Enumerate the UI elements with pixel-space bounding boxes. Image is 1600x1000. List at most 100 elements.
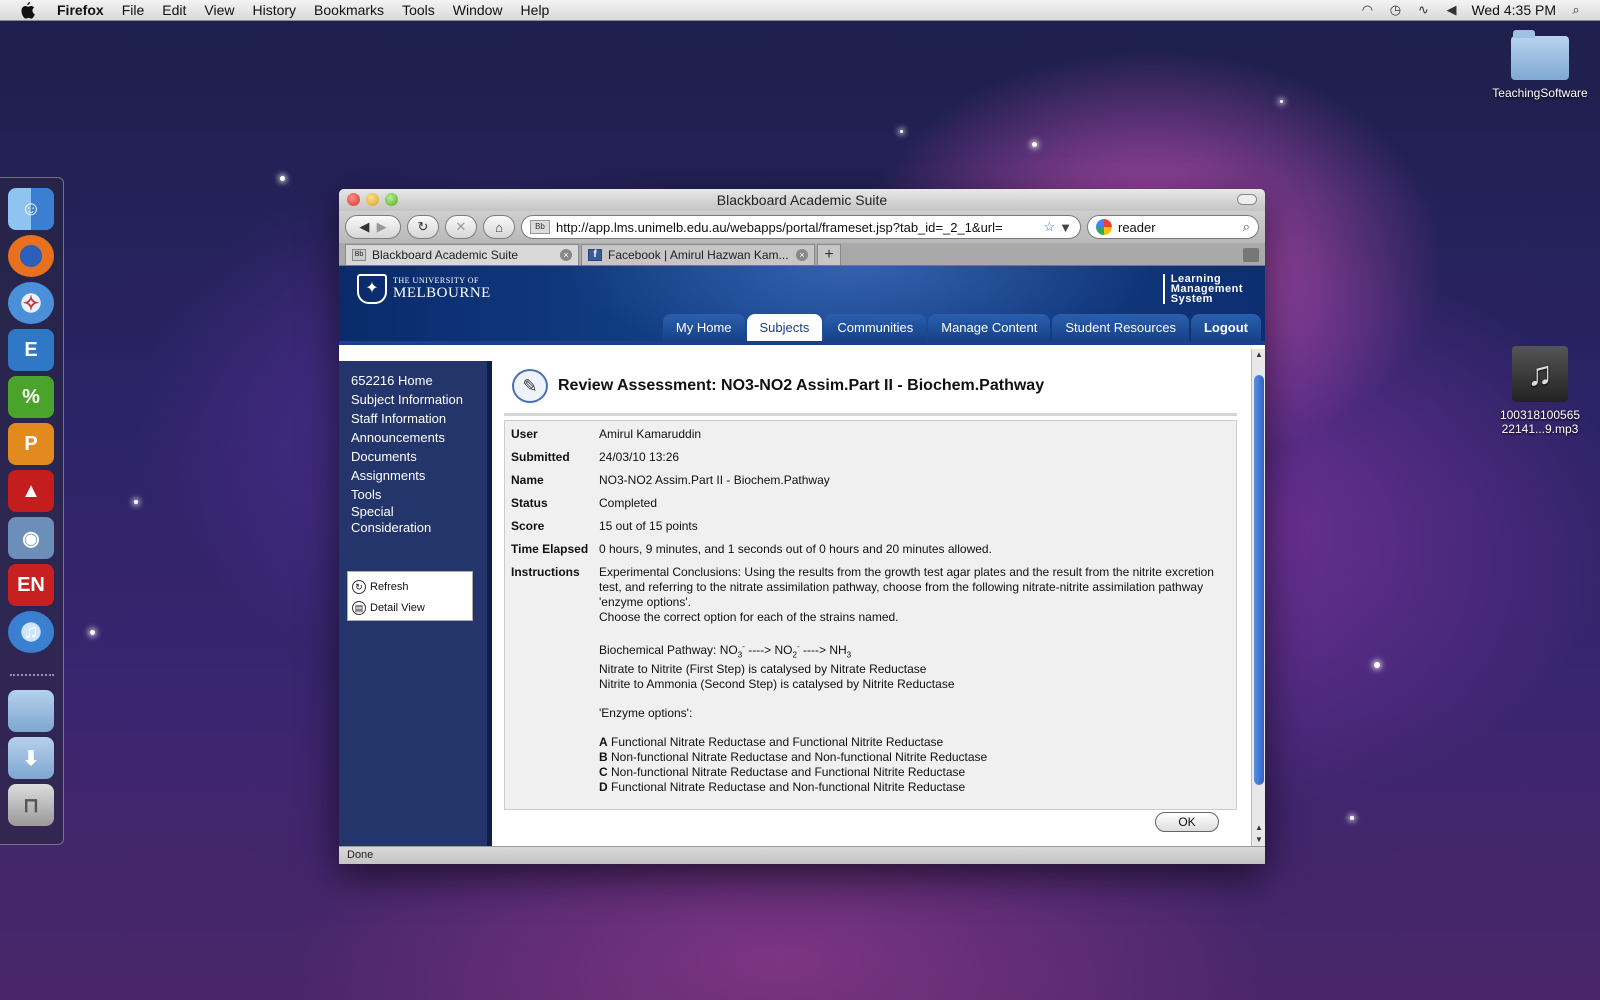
sidebar-item-home[interactable]: 652216 Home: [351, 371, 487, 390]
sidebar-item-staff-information[interactable]: Staff Information: [351, 409, 487, 428]
page-content: ✦ THE UNIVERSITY OF MELBOURNE Learning M…: [339, 266, 1265, 846]
firefox-icon[interactable]: [8, 235, 54, 277]
growl-icon[interactable]: %: [8, 376, 54, 418]
tab-student-resources[interactable]: Student Resources: [1052, 314, 1189, 341]
volume-icon[interactable]: ◀: [1443, 3, 1459, 17]
sidebar-item-special-consideration[interactable]: Special Consideration: [351, 504, 461, 536]
scroll-down-icon[interactable]: ▼: [1252, 834, 1265, 846]
scroll-up-icon[interactable]: ▲: [1252, 349, 1265, 361]
menu-edit[interactable]: Edit: [153, 2, 195, 18]
dock: ☺ ✧ E % P ▲ ◉ EN ♫ ⬇ ⊓: [0, 177, 64, 845]
time-machine-icon[interactable]: ◷: [1387, 3, 1403, 17]
wifi-icon[interactable]: ◠: [1359, 3, 1375, 17]
reload-icon: ↻: [417, 219, 429, 234]
close-window-icon[interactable]: [347, 193, 360, 206]
toolbar-toggle-icon[interactable]: [1237, 194, 1257, 205]
search-icon[interactable]: ⌕: [1243, 219, 1250, 235]
reload-button[interactable]: ↻: [407, 215, 439, 239]
menu-window[interactable]: Window: [444, 2, 512, 18]
menu-help[interactable]: Help: [512, 2, 559, 18]
window-title: Blackboard Academic Suite: [716, 192, 888, 208]
desktop-folder[interactable]: TeachingSoftware: [1490, 30, 1590, 100]
detail-value-score: 15 out of 15 points: [599, 519, 698, 533]
refresh-link[interactable]: ↻ Refresh: [352, 576, 468, 597]
close-tab-icon[interactable]: ×: [560, 249, 572, 261]
menu-tools[interactable]: Tools: [393, 2, 444, 18]
scroll-up-icon[interactable]: ▲: [1252, 822, 1265, 834]
forward-arrow-icon[interactable]: ▶: [377, 219, 387, 235]
refresh-icon: ↻: [352, 579, 366, 594]
menu-clock[interactable]: Wed 4:35 PM: [1471, 2, 1556, 18]
editor-e-icon[interactable]: E: [8, 329, 54, 371]
tab-manage-content[interactable]: Manage Content: [928, 314, 1051, 341]
documents-stack-icon[interactable]: [8, 690, 54, 732]
safari-icon[interactable]: ✧: [8, 282, 54, 324]
activity-icon[interactable]: ∿: [1415, 3, 1431, 17]
detail-view-link[interactable]: ▤ Detail View: [352, 597, 468, 618]
zoom-window-icon[interactable]: [385, 193, 398, 206]
google-icon[interactable]: [1096, 219, 1112, 235]
url-bar[interactable]: Bb http://app.lms.unimelb.edu.au/webapps…: [521, 215, 1081, 239]
sidebar-item-documents[interactable]: Documents: [351, 447, 487, 466]
music-file-icon: ♫: [1512, 346, 1568, 402]
back-arrow-icon[interactable]: ◀: [359, 219, 369, 235]
menu-view[interactable]: View: [195, 2, 243, 18]
url-text[interactable]: http://app.lms.unimelb.edu.au/webapps/po…: [556, 220, 1003, 235]
enzyme-option: A Functional Nitrate Reductase and Funct…: [599, 735, 944, 750]
detail-row-user: User Amirul Kamaruddin: [511, 427, 1230, 442]
desktop-music-file[interactable]: ♫ 100318100565 22141...9.mp3: [1486, 346, 1594, 436]
close-tab-icon[interactable]: ×: [796, 249, 808, 261]
endnote-icon[interactable]: EN: [8, 564, 54, 606]
menu-app-firefox[interactable]: Firefox: [48, 2, 113, 18]
menu-bookmarks[interactable]: Bookmarks: [305, 2, 393, 18]
detail-row-time-elapsed: Time Elapsed 0 hours, 9 minutes, and 1 s…: [511, 542, 1230, 557]
vertical-scrollbar[interactable]: ▲ ▲ ▼: [1251, 349, 1265, 846]
tab-communities[interactable]: Communities: [824, 314, 927, 341]
menu-history[interactable]: History: [243, 2, 305, 18]
tab-list-icon[interactable]: [1243, 248, 1259, 262]
search-box[interactable]: reader ⌕: [1087, 215, 1259, 239]
itunes-icon[interactable]: ♫: [8, 611, 54, 653]
preview-icon[interactable]: ◉: [8, 517, 54, 559]
detail-value-user: Amirul Kamaruddin: [599, 427, 702, 441]
university-name-big: MELBOURNE: [393, 285, 491, 301]
tab-subjects[interactable]: Subjects: [746, 314, 823, 341]
minimize-window-icon[interactable]: [366, 193, 379, 206]
window-titlebar[interactable]: Blackboard Academic Suite: [339, 189, 1265, 211]
sidebar-item-subject-information[interactable]: Subject Information: [351, 390, 487, 409]
tab-my-home[interactable]: My Home: [662, 314, 745, 341]
downloads-stack-icon[interactable]: ⬇: [8, 737, 54, 779]
tab-blackboard[interactable]: Bb Blackboard Academic Suite ×: [345, 244, 579, 265]
bookmark-star-icon[interactable]: ☆: [1037, 219, 1055, 235]
star: [134, 500, 138, 504]
folder-icon: [1511, 30, 1569, 80]
app-p-icon[interactable]: P: [8, 423, 54, 465]
url-dropdown-icon[interactable]: ▼: [1055, 220, 1072, 235]
sidebar-item-announcements[interactable]: Announcements: [351, 428, 487, 447]
enzyme-option: D Functional Nitrate Reductase and Non-f…: [599, 780, 966, 795]
tab-logout[interactable]: Logout: [1190, 314, 1261, 341]
menu-file[interactable]: File: [113, 2, 154, 18]
stop-button[interactable]: ✕: [445, 215, 477, 239]
scrollbar-thumb[interactable]: [1254, 375, 1264, 785]
subject-menu: 652216 Home Subject Information Staff In…: [339, 361, 492, 846]
trash-icon[interactable]: ⊓: [8, 784, 54, 826]
finder-icon[interactable]: ☺: [8, 188, 54, 230]
apple-icon[interactable]: [18, 1, 36, 19]
acrobat-icon[interactable]: ▲: [8, 470, 54, 512]
sidebar-item-assignments[interactable]: Assignments: [351, 466, 487, 485]
spotlight-icon[interactable]: ⌕: [1568, 3, 1584, 17]
tab-title: Blackboard Academic Suite: [372, 248, 519, 262]
detail-row-submitted: Submitted 24/03/10 13:26: [511, 450, 1230, 465]
ok-button[interactable]: OK: [1155, 812, 1219, 832]
site-identity-icon[interactable]: Bb: [530, 220, 550, 234]
university-logo[interactable]: ✦ THE UNIVERSITY OF MELBOURNE: [357, 274, 491, 304]
back-forward-buttons[interactable]: ◀ ▶: [345, 215, 401, 239]
search-input[interactable]: reader: [1118, 220, 1156, 235]
tab-facebook[interactable]: f Facebook | Amirul Hazwan Kam... ×: [581, 244, 815, 265]
sidebar-item-tools[interactable]: Tools: [351, 485, 487, 504]
refresh-label: Refresh: [370, 580, 409, 593]
desktop-music-label-line2: 22141...9.mp3: [1501, 422, 1579, 436]
new-tab-button[interactable]: +: [817, 244, 841, 265]
home-button[interactable]: ⌂: [483, 215, 515, 239]
